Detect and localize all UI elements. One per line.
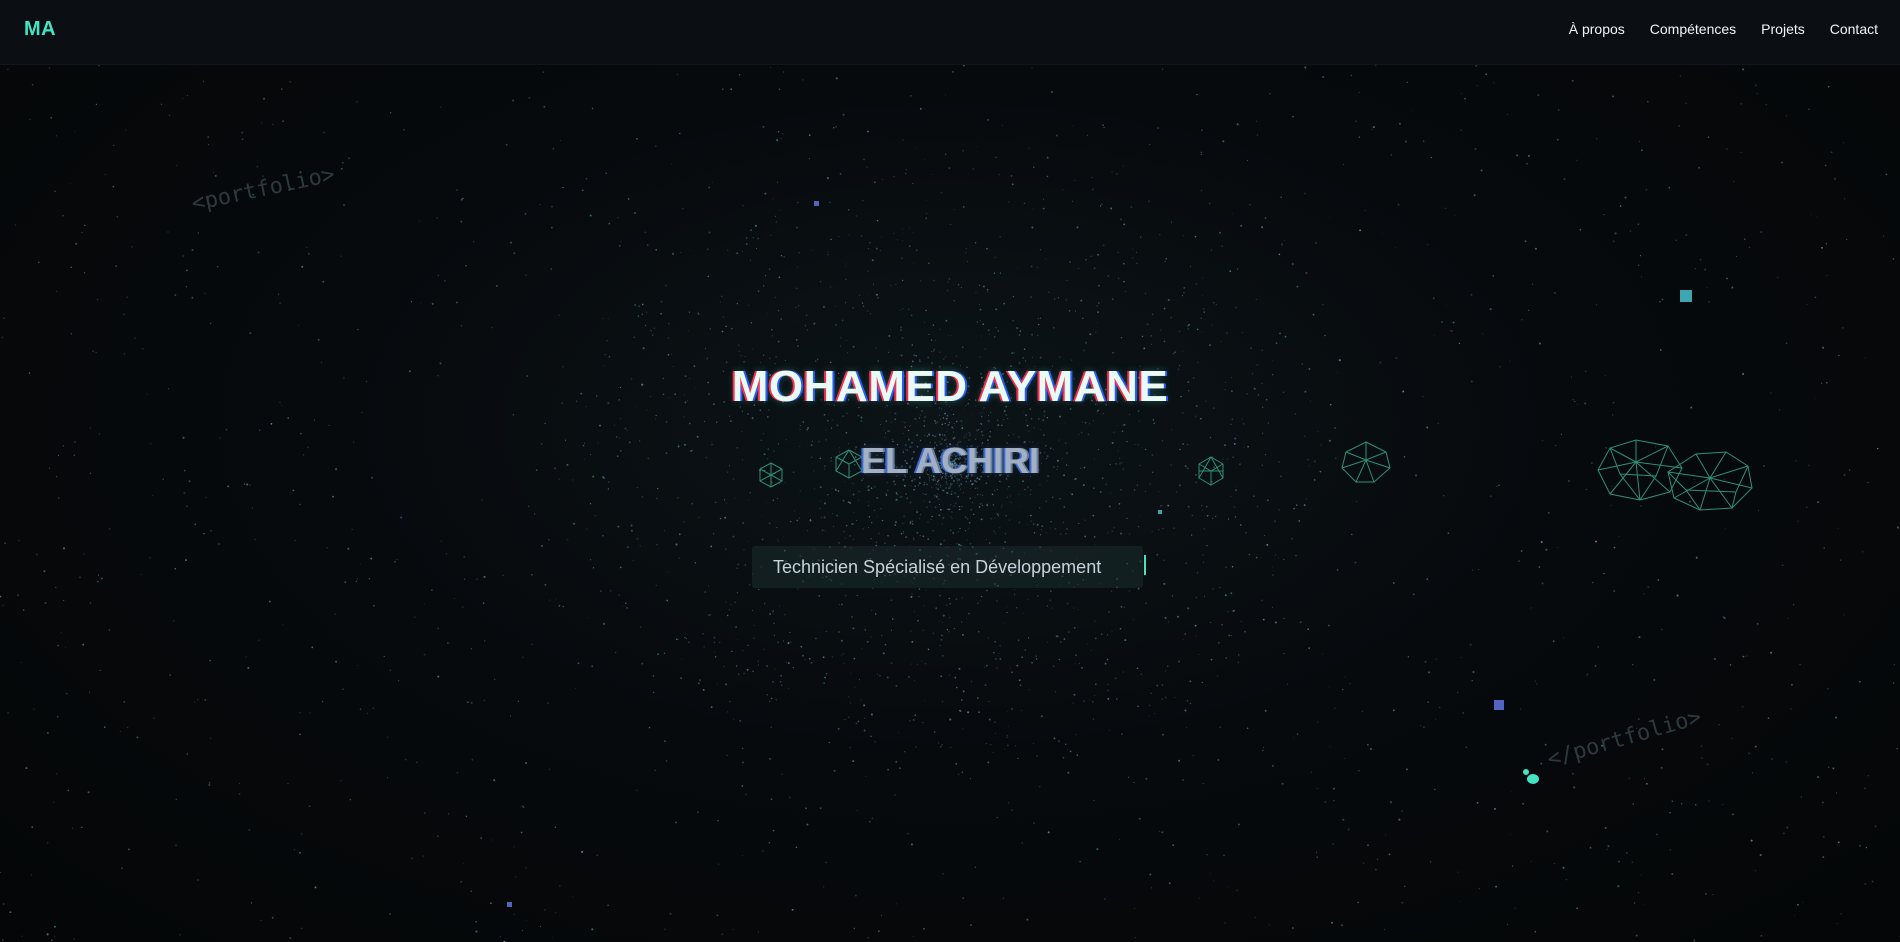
role-banner: Technicien Spécialisé en Développement — [752, 546, 1143, 588]
floating-cube-dot — [1158, 510, 1162, 514]
navbar: MA À propos Compétences Projets Contact — [0, 0, 1900, 65]
floating-cube-indigo — [1494, 700, 1504, 710]
nav-link-skills[interactable]: Compétences — [1650, 21, 1736, 37]
nav-links: À propos Compétences Projets Contact — [1569, 21, 1878, 37]
accent-blob — [1523, 769, 1539, 784]
hero-first-name: MOHAMED AYMANE — [731, 362, 1169, 411]
nav-link-about[interactable]: À propos — [1569, 21, 1625, 37]
role-text: Technicien Spécialisé en Développement — [773, 557, 1102, 577]
floating-cube-small — [814, 201, 819, 206]
hero-last-name: EL ACHIRI — [860, 440, 1039, 481]
typing-caret — [1144, 555, 1146, 575]
nav-link-contact[interactable]: Contact — [1830, 21, 1878, 37]
nav-link-projects[interactable]: Projets — [1761, 21, 1805, 37]
site-logo[interactable]: MA — [24, 18, 56, 41]
floating-cube-teal — [1680, 290, 1692, 302]
floating-cube-tiny — [507, 902, 512, 907]
portfolio-page: MA À propos Compétences Projets Contact … — [0, 0, 1900, 942]
